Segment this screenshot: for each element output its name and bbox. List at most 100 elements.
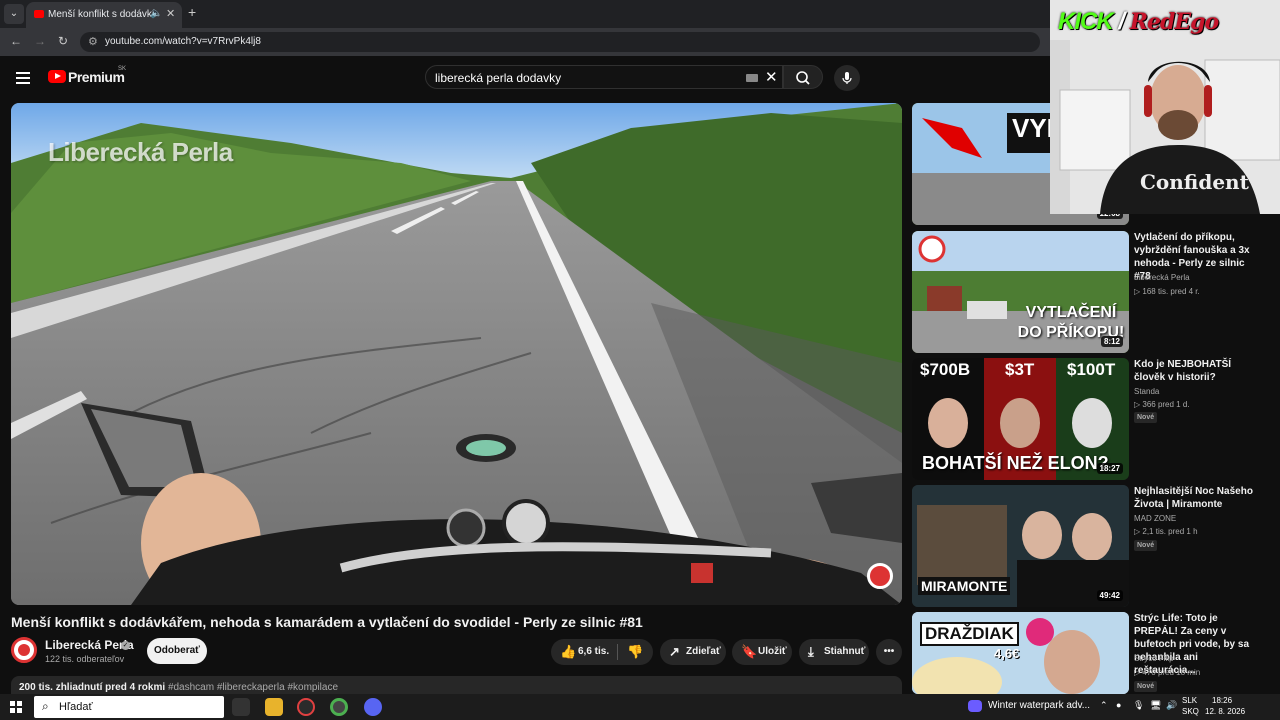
shirt-text: Confident	[1140, 170, 1249, 194]
search-query: liberecká perla dodavky	[435, 71, 562, 85]
video-frame	[11, 103, 902, 605]
task-view-icon[interactable]	[232, 698, 250, 716]
speaker-icon[interactable]: 🔈	[150, 8, 162, 19]
menu-icon[interactable]	[16, 72, 30, 87]
rec-thumb-4[interactable]: MIRAMONTE 49:42	[912, 485, 1129, 607]
url-text: youtube.com/watch?v=v7RrvPk4lj8	[105, 36, 261, 47]
keyboard-icon[interactable]	[746, 74, 758, 82]
rec-meta-2: ▷ 168 tis. pred 4 r.	[1134, 287, 1200, 296]
rec-channel-3[interactable]: Standa	[1134, 387, 1159, 396]
rec-thumb-3[interactable]: $700B $3T $100T BOHATŠÍ NEŽ ELON? 18:27	[912, 358, 1129, 480]
rec-channel-4[interactable]: MAD ZONE	[1134, 514, 1176, 523]
media-app-icon[interactable]	[968, 700, 982, 712]
new-tab-icon[interactable]: +	[188, 4, 196, 20]
save-button[interactable]: 🔖 Uložiť	[732, 639, 792, 665]
browser-tab[interactable]: Menší konflikt s dodávkář… 🔈 ✕	[26, 2, 182, 28]
reload-icon[interactable]: ↻	[58, 34, 68, 48]
more-icon: •••	[883, 646, 895, 657]
taskbar-search-input[interactable]: ⌕ Hľadať	[34, 696, 224, 718]
rec-thumb-2[interactable]: VYTLAČENÍ DO PŘÍKOPU! 8:12	[912, 231, 1129, 353]
rec-title-3[interactable]: Kdo je NEJBOHATŠÍ člověk v historii?	[1134, 358, 1262, 384]
clock-date[interactable]: 12. 8. 2026	[1205, 707, 1245, 716]
forward-icon[interactable]: →	[34, 34, 46, 48]
download-button[interactable]: ⤓ Stiahnuť	[799, 639, 869, 665]
tab-search-chevron-icon[interactable]: ⌄	[4, 4, 24, 24]
rec-thumb-5[interactable]: DRAŽDIAK 4,6€	[912, 612, 1129, 694]
channel-avatar[interactable]	[11, 637, 37, 663]
rec-thumb-5-price: 4,6€	[994, 646, 1020, 661]
rec-thumb-3-top-2: $3T	[1005, 360, 1035, 379]
rec-thumb-3-text: BOHATŠÍ NEŽ ELON?	[922, 453, 1109, 473]
brand-separator: /	[1118, 8, 1125, 35]
video-watermark: Liberecká Perla	[48, 137, 233, 167]
youtube-masthead: Premium SK liberecká perla dodavky ✕	[0, 56, 1050, 100]
obs-icon[interactable]	[297, 698, 315, 716]
download-icon: ⤓	[808, 644, 814, 659]
kick-logo-text: KICK	[1058, 8, 1114, 35]
subscribe-button[interactable]: Odoberať	[147, 638, 207, 664]
rec-thumb-5-text: DRAŽDIAK	[920, 622, 1019, 646]
rec-channel-5[interactable]: Strýco Filip	[1134, 654, 1174, 663]
network-icon[interactable]: 🖥	[1150, 700, 1161, 711]
tab-title: Menší konflikt s dodávkář…	[48, 9, 154, 20]
share-label: Zdieľať	[686, 646, 721, 657]
tray-chevron-icon[interactable]: ⌃	[1100, 700, 1108, 711]
subscriber-count: 122 tis. odberateľov	[45, 654, 125, 664]
bookmark-icon: 🔖	[741, 644, 758, 659]
redego-logo-text: RedEgo	[1129, 9, 1219, 35]
stream-brand: KICK / RedEgo	[1058, 8, 1219, 36]
address-bar[interactable]: ⚙ youtube.com/watch?v=v7RrvPk4lj8	[80, 32, 1040, 52]
media-title[interactable]: Winter waterpark adv...	[988, 700, 1090, 711]
download-label: Stiahnuť	[824, 646, 866, 657]
rec-duration-3: 18:27	[1096, 463, 1123, 474]
channel-badge-icon	[867, 563, 893, 589]
site-info-icon[interactable]: ⚙	[88, 35, 98, 48]
clear-search-icon[interactable]: ✕	[765, 68, 778, 86]
chrome-icon[interactable]	[330, 698, 348, 716]
share-button[interactable]: ↗ Zdieľať	[660, 639, 726, 665]
taskbar-search-placeholder: Hľadať	[59, 701, 93, 713]
youtube-favicon-icon	[34, 10, 44, 18]
region-code: SK	[118, 66, 127, 72]
like-icon[interactable]: 👍	[560, 639, 576, 665]
hashtags[interactable]: #dashcam #libereckaperla #kompilace	[168, 682, 338, 693]
save-label: Uložiť	[758, 646, 787, 657]
search-icon: ⌕	[42, 699, 49, 713]
microphone-tray-icon[interactable]: 🎙	[1133, 700, 1144, 711]
rec-thumb-4-text: MIRAMONTE	[918, 577, 1011, 595]
rec-meta-5: ▷ 470 pred 18 min	[1134, 668, 1201, 677]
webcam-overlay: KICK / RedEgo Confident	[1050, 0, 1280, 214]
file-explorer-icon[interactable]	[265, 698, 283, 716]
rec-thumb-3-top-3: $100T	[1067, 360, 1116, 379]
language-bottom[interactable]: SKQ	[1182, 707, 1199, 716]
dislike-icon[interactable]: 👎	[627, 639, 643, 665]
windows-start-icon[interactable]	[10, 701, 22, 713]
clock-time[interactable]: 18:26	[1212, 696, 1232, 705]
more-actions-button[interactable]: •••	[876, 639, 902, 665]
microphone-icon	[842, 72, 852, 84]
voice-search-button[interactable]	[834, 65, 860, 91]
rec-duration-2: 8:12	[1100, 336, 1123, 347]
search-input[interactable]: liberecká perla dodavky ✕	[425, 65, 783, 89]
language-top[interactable]: SLK	[1182, 696, 1197, 705]
rec-new-badge-4: Nové	[1134, 540, 1158, 551]
rec-new-badge-5: Nové	[1134, 681, 1158, 692]
rec-title-4[interactable]: Nejhlasitější Noc Našeho Života | Miramo…	[1134, 485, 1262, 511]
description-box[interactable]: 200 tis. zhliadnutí pred 4 rokmi #dashca…	[11, 676, 902, 696]
rec-meta-3: ▷ 366 pred 1 d.	[1134, 400, 1190, 409]
video-title: Menší konflikt s dodávkářem, nehoda s ka…	[11, 614, 643, 630]
search-button[interactable]	[783, 65, 823, 89]
back-icon[interactable]: ←	[10, 34, 22, 48]
youtube-play-icon	[48, 70, 66, 83]
tab-close-icon[interactable]: ✕	[166, 7, 175, 20]
views-date: 200 tis. zhliadnutí pred 4 rokmi	[19, 682, 166, 693]
rec-thumb-3-top-1: $700B	[920, 360, 971, 379]
rec-duration-4: 49:42	[1096, 590, 1123, 601]
like-count[interactable]: 6,6 tis.	[578, 639, 609, 665]
video-player[interactable]: Liberecká Perla	[11, 103, 902, 605]
verified-check-icon: ✓	[121, 641, 130, 650]
rec-channel-2[interactable]: Liberecká Perla	[1134, 273, 1190, 282]
volume-icon[interactable]: 🔊	[1166, 700, 1177, 711]
discord-icon[interactable]	[364, 698, 382, 716]
tray-app-icon[interactable]: ●	[1116, 700, 1121, 710]
